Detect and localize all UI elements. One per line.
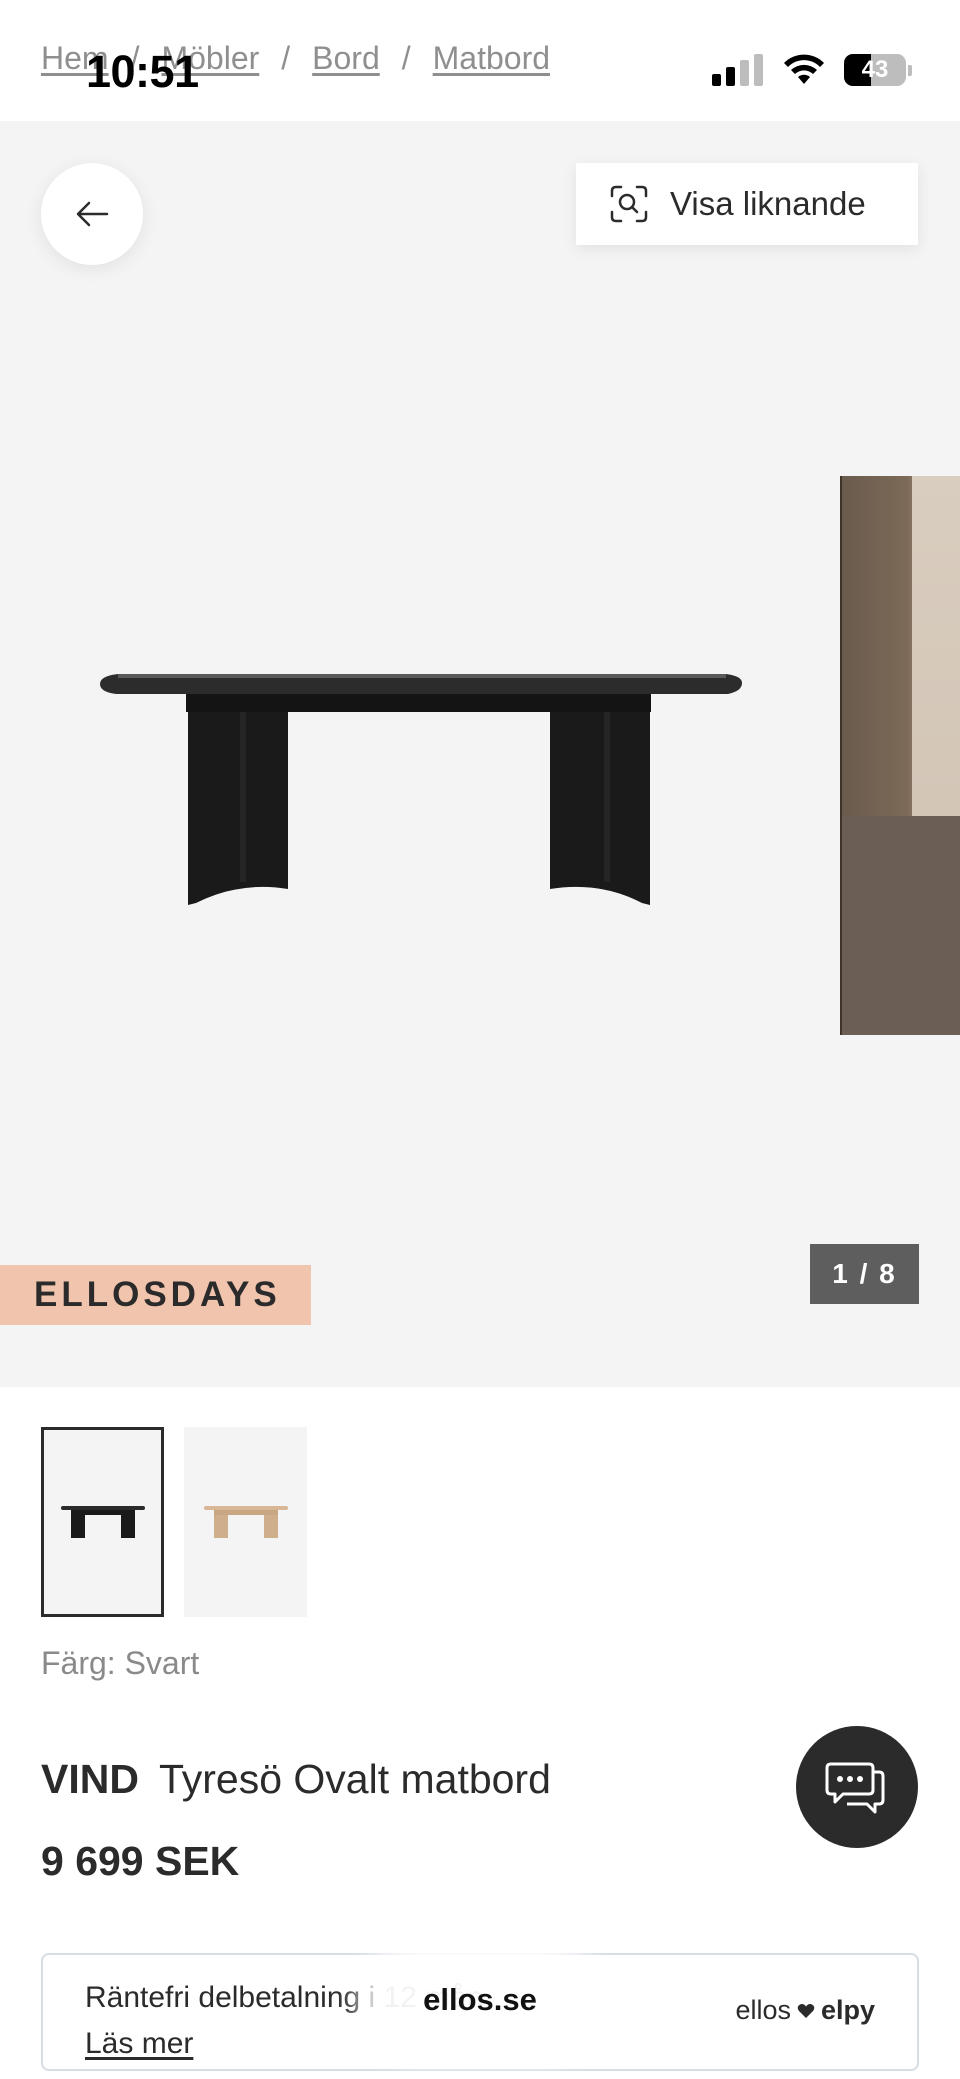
logo-ellos: ellos (735, 1995, 791, 2025)
browser-url-bar[interactable]: ellos.se (374, 1954, 586, 2046)
status-indicators: 43 (712, 54, 912, 86)
visual-search-icon (610, 185, 648, 223)
promo-badge: ELLOSDAYS (0, 1265, 311, 1325)
ellos-elpy-logo: ellos elpy (735, 1995, 875, 2026)
battery-level: 43 (861, 56, 889, 83)
heart-icon (797, 2003, 815, 2018)
chat-button[interactable] (796, 1726, 918, 1848)
wifi-icon (784, 54, 824, 84)
thumbnail-black[interactable] (41, 1427, 164, 1617)
product-title: VIND Tyresö Ovalt matbord (41, 1756, 551, 1803)
thumbnail-image-black (60, 1506, 145, 1538)
arrow-left-icon (76, 201, 109, 227)
next-product-image[interactable] (840, 476, 960, 1035)
thumbnail-image-natural (203, 1506, 288, 1538)
breadcrumb-tables[interactable]: Bord (312, 40, 380, 77)
breadcrumb-separator: / (281, 39, 291, 76)
image-counter: 1 / 8 (810, 1244, 919, 1304)
product-price: 9 699 SEK (41, 1838, 240, 1884)
breadcrumb-separator: / (401, 39, 411, 76)
visual-search-button[interactable]: Visa liknande (576, 163, 918, 245)
product-image[interactable] (0, 121, 960, 1387)
logo-elpy: elpy (820, 1995, 875, 2025)
thumbnail-natural[interactable] (184, 1427, 307, 1617)
cellular-signal-icon (712, 54, 763, 86)
status-time: 10:51 (86, 46, 199, 97)
visual-search-label: Visa liknande (670, 185, 866, 222)
product-name: Tyresö Ovalt matbord (158, 1756, 551, 1802)
back-button[interactable] (41, 163, 143, 265)
chat-bubbles-icon (825, 1762, 885, 1814)
read-more-link[interactable]: Läs mer (85, 2027, 193, 2061)
battery-icon: 43 (844, 54, 912, 86)
product-brand[interactable]: VIND (41, 1756, 139, 1802)
breadcrumb-dining-tables[interactable]: Matbord (433, 40, 550, 77)
product-image-gallery[interactable] (0, 121, 960, 1387)
selected-color-label: Färg: Svart (41, 1645, 200, 1681)
